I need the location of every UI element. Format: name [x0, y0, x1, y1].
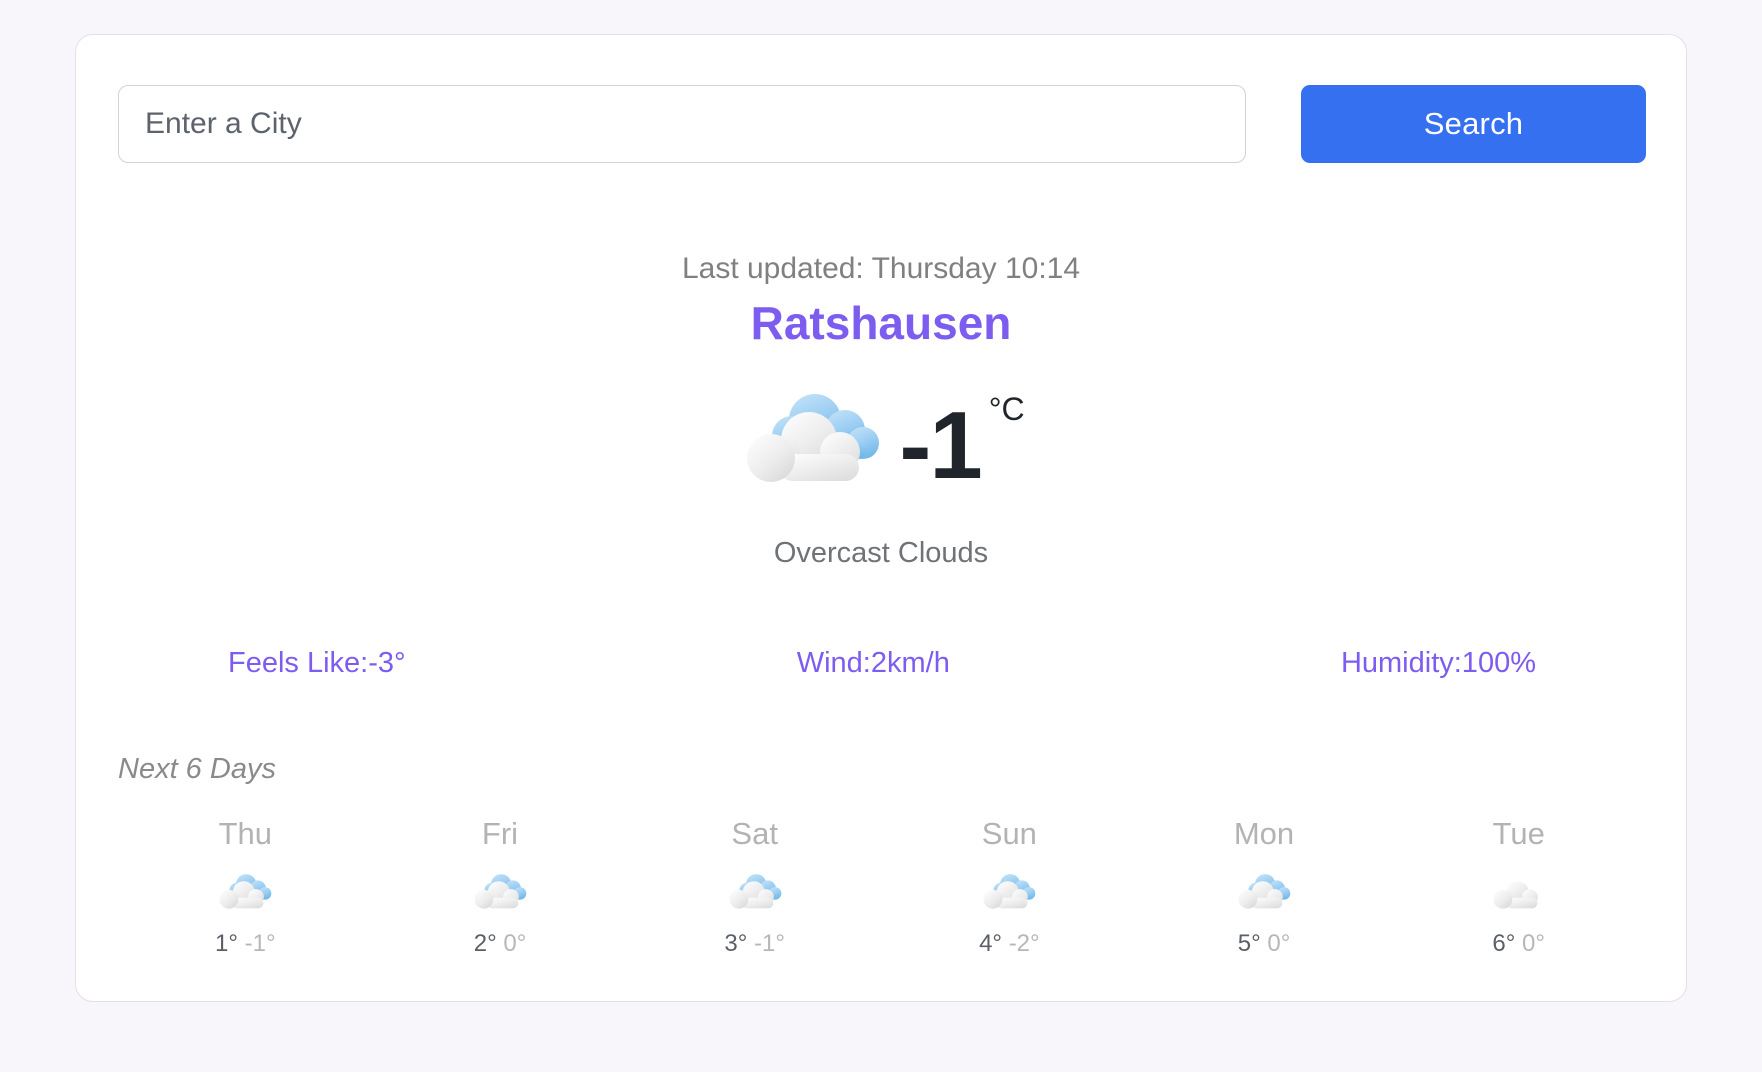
forecast-temp-min: -2°: [1008, 930, 1040, 958]
forecast-temp-min: -1°: [754, 930, 785, 958]
broken-clouds-gray-icon: [1391, 870, 1646, 916]
forecast-day-sat: Sat 3° -1°: [627, 815, 882, 959]
forecast-heading: Next 6 Days: [118, 753, 276, 785]
current-temperature: -1: [899, 391, 982, 499]
temperature-row: -1 °C: [76, 377, 1686, 507]
forecast-day-temps: 1° -1°: [118, 930, 373, 959]
weather-card: Search Last updated: Thursday 10:14 Rats…: [75, 34, 1687, 1002]
forecast-day-label: Sun: [981, 816, 1037, 851]
stat-feels-like: Feels Like:-3°: [228, 647, 406, 679]
forecast-day-temps: 3° -1°: [627, 930, 882, 959]
forecast-temp-max: 6°: [1492, 930, 1516, 958]
forecast-temp-max: 3°: [724, 930, 748, 958]
forecast-day-label: Sat: [731, 816, 778, 851]
forecast-day-tue: Tue 6° 0°: [1391, 815, 1646, 959]
overcast-clouds-icon: [1137, 870, 1392, 916]
search-row: Search: [118, 85, 1646, 163]
weather-condition-text: Overcast Clouds: [773, 536, 989, 569]
forecast-day-sun: Sun 4° -2°: [882, 815, 1137, 959]
forecast-day-fri: Fri 2° 0°: [373, 815, 628, 959]
forecast-temp-max: 5°: [1237, 930, 1261, 958]
forecast-day-temps: 5° 0°: [1137, 930, 1392, 959]
forecast-temp-max: 4°: [979, 930, 1003, 958]
city-name: Ratshausen: [750, 296, 1012, 349]
city-search-input[interactable]: [118, 85, 1246, 163]
forecast-day-mon: Mon 5° 0°: [1137, 815, 1392, 959]
overcast-clouds-icon: [373, 870, 628, 916]
forecast-temp-min: 0°: [1522, 930, 1545, 958]
forecast-day-label: Thu: [218, 816, 273, 851]
stat-humidity: Humidity:100%: [1340, 647, 1536, 679]
overcast-clouds-icon: [118, 870, 373, 916]
overcast-clouds-icon: [737, 386, 887, 498]
weather-stats-row: Feels Like:-3° Wind:2km/h Humidity:100%: [118, 647, 1646, 680]
current-conditions: Last updated: Thursday 10:14 Ratshausen: [76, 250, 1686, 570]
forecast-temp-min: 0°: [503, 930, 527, 958]
forecast-day-temps: 2° 0°: [373, 930, 628, 959]
weather-app: Search Last updated: Thursday 10:14 Rats…: [0, 0, 1762, 1072]
forecast-temp-max: 1°: [215, 930, 238, 958]
forecast-row: Thu 1° -1° Fri 2° 0° Sat 3° -1° Sun 4° -…: [118, 815, 1646, 959]
search-button[interactable]: Search: [1301, 85, 1646, 163]
overcast-clouds-icon: [882, 870, 1137, 916]
last-updated-text: Last updated: Thursday 10:14: [681, 252, 1081, 285]
forecast-day-label: Tue: [1492, 816, 1545, 851]
stat-wind: Wind:2km/h: [796, 647, 950, 679]
forecast-day-label: Fri: [481, 816, 519, 851]
forecast-day-label: Mon: [1233, 816, 1295, 851]
forecast-day-temps: 6° 0°: [1391, 930, 1646, 959]
temperature-unit: °C: [988, 390, 1025, 427]
forecast-day-temps: 4° -2°: [882, 930, 1137, 959]
forecast-temp-min: -1°: [244, 930, 276, 958]
forecast-day-thu: Thu 1° -1°: [118, 815, 373, 959]
forecast-temp-max: 2°: [473, 930, 497, 958]
forecast-temp-min: 0°: [1267, 930, 1291, 958]
overcast-clouds-icon: [627, 870, 882, 916]
